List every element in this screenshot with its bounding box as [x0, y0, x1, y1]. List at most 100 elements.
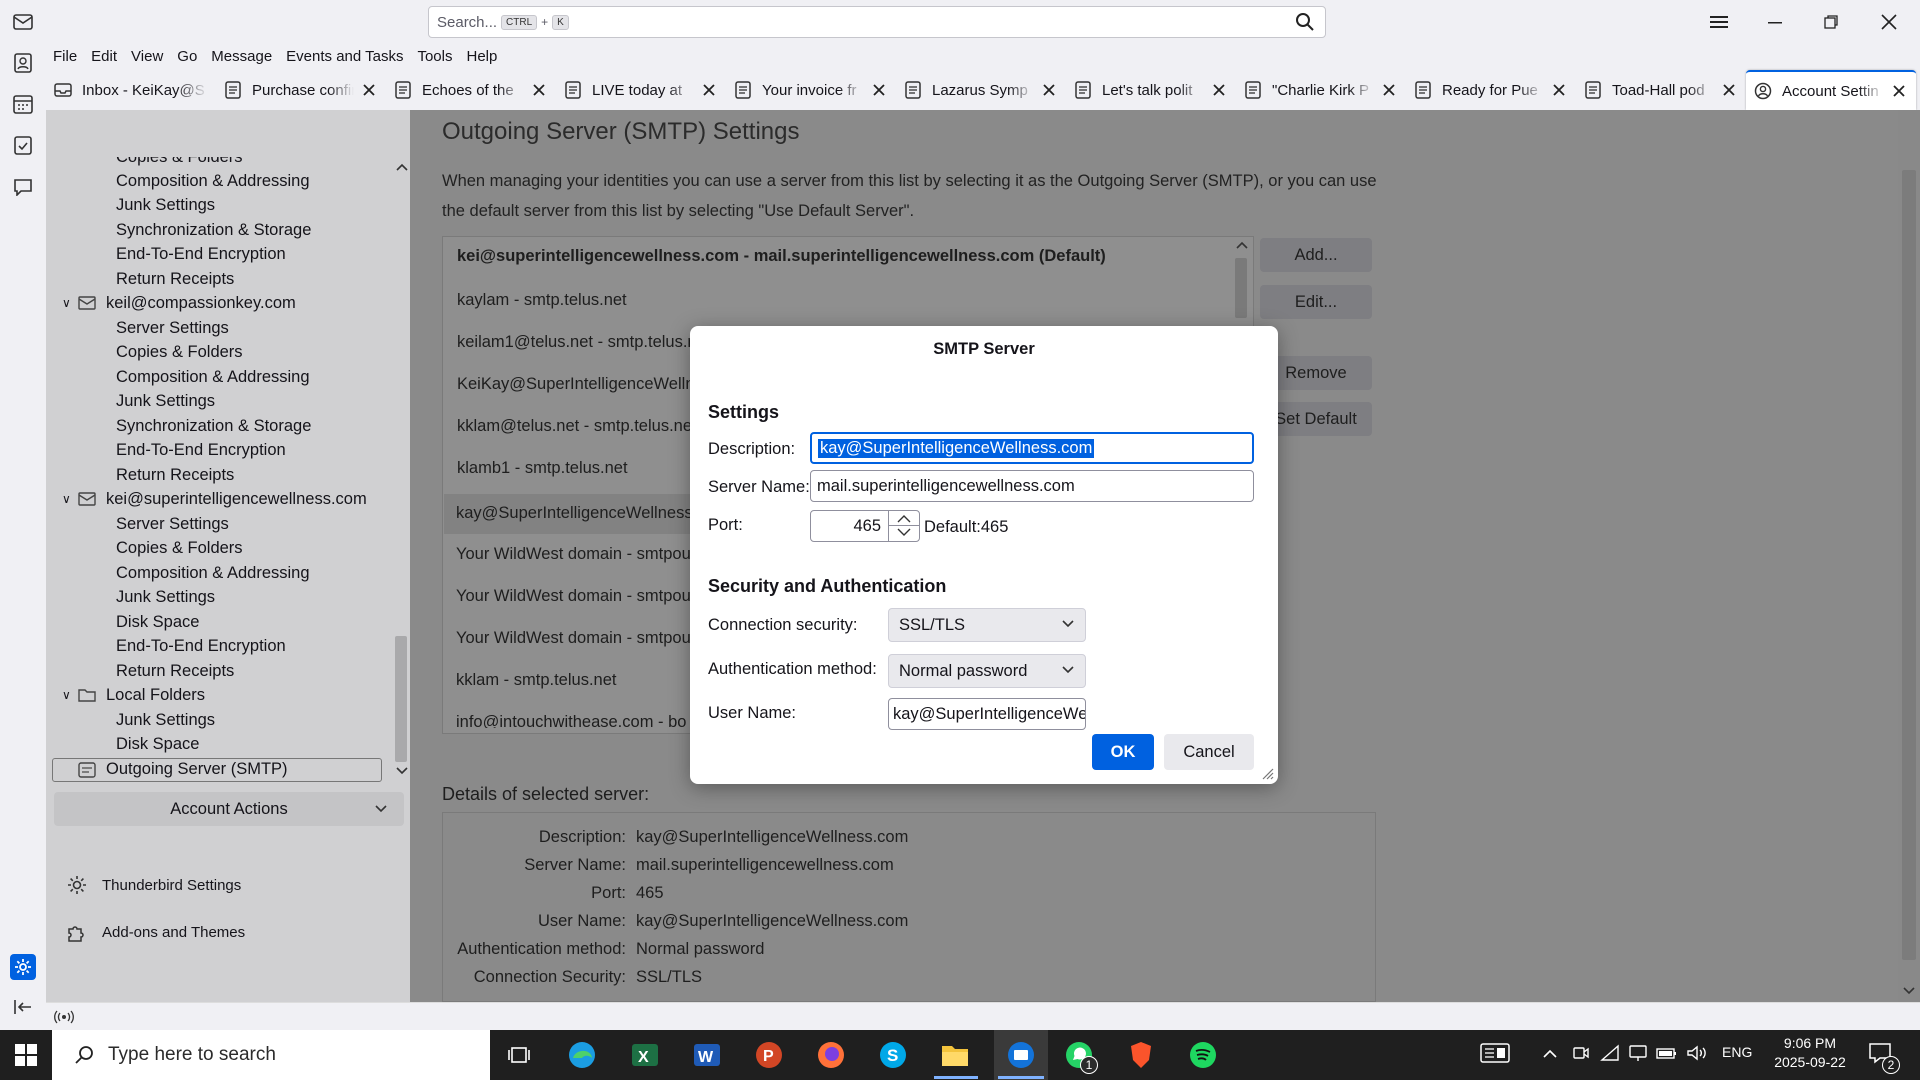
tree-item[interactable]: Junk Settings: [116, 711, 215, 730]
address-book-icon[interactable]: [12, 52, 34, 74]
brave-icon[interactable]: [1122, 1036, 1160, 1074]
close-tab-icon[interactable]: [530, 81, 548, 99]
server-list-item[interactable]: keilam1@telus.net - smtp.telus.n: [457, 333, 697, 352]
word-icon[interactable]: W: [688, 1036, 726, 1074]
tree-item[interactable]: Composition & Addressing: [116, 172, 310, 191]
task-view-icon[interactable]: [500, 1036, 538, 1074]
meet-icon[interactable]: [1572, 1044, 1590, 1066]
skype-icon[interactable]: S: [874, 1036, 912, 1074]
tree-item[interactable]: Return Receipts: [116, 662, 234, 681]
edit-server-button[interactable]: Edit...: [1260, 285, 1372, 319]
online-status-icon[interactable]: [54, 1009, 74, 1025]
tab-account-settings[interactable]: Account Settin: [1746, 70, 1916, 110]
tree-item[interactable]: Composition & Addressing: [116, 368, 310, 387]
resize-grip-icon[interactable]: [1260, 766, 1274, 780]
scroll-up-icon[interactable]: [1235, 240, 1249, 250]
menu-help[interactable]: Help: [460, 48, 505, 65]
tree-item[interactable]: Copies & Folders: [116, 343, 243, 362]
file-explorer-icon[interactable]: [936, 1036, 974, 1074]
tree-item[interactable]: Return Receipts: [116, 270, 234, 289]
server-list-scroll-thumb[interactable]: [1235, 258, 1247, 318]
server-name-field[interactable]: mail.superintelligencewellness.com: [810, 470, 1254, 502]
port-stepper[interactable]: [888, 511, 919, 541]
tree-item[interactable]: Disk Space: [116, 735, 199, 754]
chat-icon[interactable]: [12, 176, 34, 198]
close-tab-icon[interactable]: [1550, 81, 1568, 99]
server-list-item[interactable]: Your WildWest domain - smtpou: [456, 545, 691, 564]
collapse-spaces-icon[interactable]: [12, 996, 34, 1018]
tree-item[interactable]: Server Settings: [116, 515, 229, 534]
close-tab-icon[interactable]: [1890, 82, 1908, 100]
firefox-icon[interactable]: [812, 1036, 850, 1074]
clock[interactable]: 9:06 PM 2025-09-22: [1762, 1034, 1858, 1072]
tree-account[interactable]: kei@superintelligencewellness.com: [106, 490, 367, 509]
tree-item[interactable]: Server Settings: [116, 319, 229, 338]
tree-item[interactable]: Return Receipts: [116, 466, 234, 485]
network-icon[interactable]: [1628, 1044, 1648, 1066]
server-list-item[interactable]: kei@superintelligencewellness.com - mail…: [457, 247, 1106, 266]
tab-message[interactable]: Let's talk polit: [1066, 70, 1236, 110]
tree-item[interactable]: Composition & Addressing: [116, 564, 310, 583]
addons-themes-link[interactable]: Add-ons and Themes: [66, 921, 245, 943]
tab-message[interactable]: LIVE today at: [556, 70, 726, 110]
chevron-down-icon[interactable]: [897, 528, 911, 537]
thunderbird-settings-link[interactable]: Thunderbird Settings: [66, 874, 241, 896]
close-tab-icon[interactable]: [700, 81, 718, 99]
close-tab-icon[interactable]: [870, 81, 888, 99]
server-list-item[interactable]: kklam@telus.net - smtp.telus.ne: [457, 417, 692, 436]
server-list-item[interactable]: kaylam - smtp.telus.net: [457, 291, 627, 310]
tab-message[interactable]: Lazarus Symp: [896, 70, 1066, 110]
close-tab-icon[interactable]: [1040, 81, 1058, 99]
menu-events-tasks[interactable]: Events and Tasks: [279, 48, 410, 65]
chevron-down-icon[interactable]: ∨: [62, 688, 71, 702]
search-icon[interactable]: [1295, 12, 1315, 32]
page-scroll-thumb[interactable]: [1902, 170, 1916, 960]
cancel-button[interactable]: Cancel: [1164, 734, 1254, 770]
page-scrollbar[interactable]: [1898, 110, 1920, 1002]
tree-item[interactable]: Copies & Folders: [116, 539, 243, 558]
tab-message[interactable]: Toad-Hall pod: [1576, 70, 1746, 110]
tree-item[interactable]: Disk Space: [116, 613, 199, 632]
server-list-item[interactable]: Your WildWest domain - smtpou: [456, 587, 691, 606]
chevron-up-icon[interactable]: [1542, 1046, 1558, 1063]
server-list-item[interactable]: Your WildWest domain - smtpou: [456, 629, 691, 648]
tree-item[interactable]: Junk Settings: [116, 588, 215, 607]
tree-item[interactable]: Junk Settings: [116, 196, 215, 215]
server-list-item[interactable]: KeiKay@SuperIntelligenceWellne: [457, 375, 704, 394]
wifi-icon[interactable]: [1600, 1044, 1620, 1066]
battery-icon[interactable]: [1656, 1044, 1678, 1066]
tab-message[interactable]: Purchase confirm: [216, 70, 386, 110]
tree-item[interactable]: End-To-End Encryption: [116, 637, 286, 656]
start-button[interactable]: [0, 1030, 52, 1080]
close-tab-icon[interactable]: [1210, 81, 1228, 99]
volume-icon[interactable]: [1686, 1044, 1708, 1066]
minimize-icon[interactable]: [1752, 6, 1798, 38]
close-tab-icon[interactable]: [1380, 81, 1398, 99]
spotify-icon[interactable]: [1184, 1036, 1222, 1074]
close-window-icon[interactable]: [1866, 6, 1912, 38]
tab-message[interactable]: Echoes of the: [386, 70, 556, 110]
tree-scrollbar[interactable]: [392, 160, 412, 780]
menu-view[interactable]: View: [124, 48, 170, 65]
server-list-item[interactable]: kklam - smtp.telus.net: [456, 671, 616, 690]
tab-message[interactable]: "Charlie Kirk P: [1236, 70, 1406, 110]
auth-method-select[interactable]: Normal password: [888, 654, 1086, 688]
tree-item[interactable]: End-To-End Encryption: [116, 245, 286, 264]
close-tab-icon[interactable]: [360, 81, 378, 99]
chevron-down-icon[interactable]: ∨: [62, 492, 71, 506]
tasks-icon[interactable]: [12, 134, 34, 156]
powerpoint-icon[interactable]: P: [750, 1036, 788, 1074]
global-search-input[interactable]: Search... CTRL + K: [428, 6, 1326, 38]
server-list-item[interactable]: klamb1 - smtp.telus.net: [457, 459, 628, 478]
menu-edit[interactable]: Edit: [84, 48, 124, 65]
scroll-down-icon[interactable]: [395, 766, 409, 776]
tab-message[interactable]: Your invoice fr: [726, 70, 896, 110]
menu-tools[interactable]: Tools: [410, 48, 459, 65]
server-list-item[interactable]: kay@SuperIntelligenceWellness.: [456, 504, 697, 523]
account-actions-button[interactable]: Account Actions: [54, 792, 404, 826]
taskbar-search-input[interactable]: Type here to search: [52, 1030, 490, 1080]
tree-item[interactable]: End-To-End Encryption: [116, 441, 286, 460]
tree-item[interactable]: Synchronization & Storage: [116, 417, 311, 436]
tree-item[interactable]: Synchronization & Storage: [116, 221, 311, 240]
tree-item[interactable]: Junk Settings: [116, 392, 215, 411]
